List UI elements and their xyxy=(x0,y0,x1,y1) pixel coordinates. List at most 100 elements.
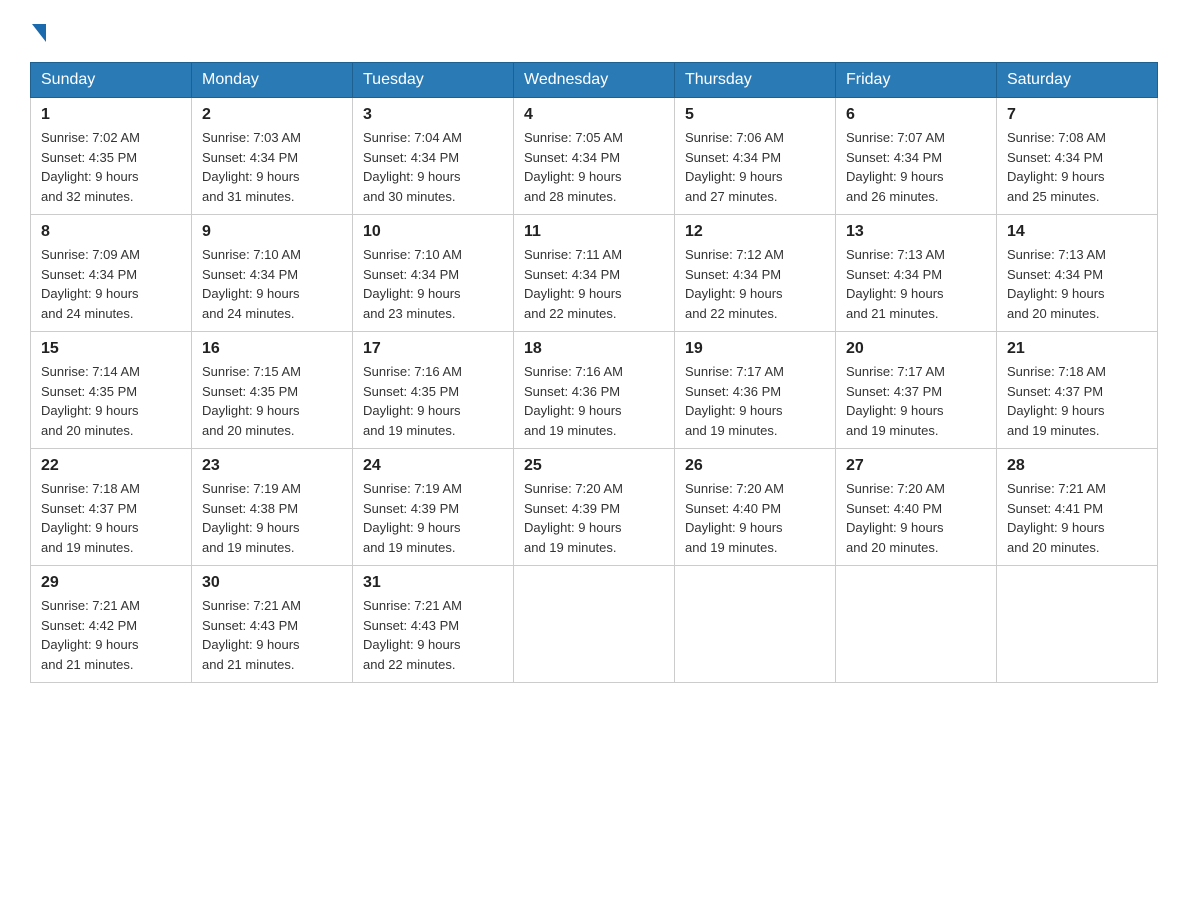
calendar-cell xyxy=(836,566,997,683)
calendar-week-row: 8 Sunrise: 7:09 AM Sunset: 4:34 PM Dayli… xyxy=(31,215,1158,332)
day-number: 17 xyxy=(363,340,503,358)
day-info: Sunrise: 7:10 AM Sunset: 4:34 PM Dayligh… xyxy=(202,245,342,323)
weekday-header-monday: Monday xyxy=(192,63,353,98)
day-info: Sunrise: 7:13 AM Sunset: 4:34 PM Dayligh… xyxy=(846,245,986,323)
day-info: Sunrise: 7:18 AM Sunset: 4:37 PM Dayligh… xyxy=(1007,362,1147,440)
calendar-cell: 30 Sunrise: 7:21 AM Sunset: 4:43 PM Dayl… xyxy=(192,566,353,683)
calendar-cell: 20 Sunrise: 7:17 AM Sunset: 4:37 PM Dayl… xyxy=(836,332,997,449)
day-number: 11 xyxy=(524,223,664,241)
day-info: Sunrise: 7:19 AM Sunset: 4:38 PM Dayligh… xyxy=(202,479,342,557)
calendar-cell: 25 Sunrise: 7:20 AM Sunset: 4:39 PM Dayl… xyxy=(514,449,675,566)
calendar-cell: 15 Sunrise: 7:14 AM Sunset: 4:35 PM Dayl… xyxy=(31,332,192,449)
day-info: Sunrise: 7:19 AM Sunset: 4:39 PM Dayligh… xyxy=(363,479,503,557)
calendar-week-row: 15 Sunrise: 7:14 AM Sunset: 4:35 PM Dayl… xyxy=(31,332,1158,449)
day-number: 9 xyxy=(202,223,342,241)
day-number: 13 xyxy=(846,223,986,241)
day-info: Sunrise: 7:02 AM Sunset: 4:35 PM Dayligh… xyxy=(41,128,181,206)
day-number: 12 xyxy=(685,223,825,241)
day-info: Sunrise: 7:20 AM Sunset: 4:40 PM Dayligh… xyxy=(846,479,986,557)
calendar-cell: 10 Sunrise: 7:10 AM Sunset: 4:34 PM Dayl… xyxy=(353,215,514,332)
day-number: 5 xyxy=(685,106,825,124)
day-info: Sunrise: 7:17 AM Sunset: 4:36 PM Dayligh… xyxy=(685,362,825,440)
weekday-header-friday: Friday xyxy=(836,63,997,98)
calendar-cell: 21 Sunrise: 7:18 AM Sunset: 4:37 PM Dayl… xyxy=(997,332,1158,449)
day-number: 22 xyxy=(41,457,181,475)
day-info: Sunrise: 7:20 AM Sunset: 4:40 PM Dayligh… xyxy=(685,479,825,557)
logo-arrow-icon xyxy=(32,24,46,42)
calendar-cell: 22 Sunrise: 7:18 AM Sunset: 4:37 PM Dayl… xyxy=(31,449,192,566)
day-number: 1 xyxy=(41,106,181,124)
calendar-cell: 27 Sunrise: 7:20 AM Sunset: 4:40 PM Dayl… xyxy=(836,449,997,566)
weekday-header-sunday: Sunday xyxy=(31,63,192,98)
day-number: 23 xyxy=(202,457,342,475)
day-number: 2 xyxy=(202,106,342,124)
calendar-cell: 19 Sunrise: 7:17 AM Sunset: 4:36 PM Dayl… xyxy=(675,332,836,449)
day-number: 14 xyxy=(1007,223,1147,241)
day-info: Sunrise: 7:21 AM Sunset: 4:41 PM Dayligh… xyxy=(1007,479,1147,557)
day-number: 7 xyxy=(1007,106,1147,124)
day-info: Sunrise: 7:10 AM Sunset: 4:34 PM Dayligh… xyxy=(363,245,503,323)
day-info: Sunrise: 7:06 AM Sunset: 4:34 PM Dayligh… xyxy=(685,128,825,206)
day-info: Sunrise: 7:20 AM Sunset: 4:39 PM Dayligh… xyxy=(524,479,664,557)
calendar-cell: 6 Sunrise: 7:07 AM Sunset: 4:34 PM Dayli… xyxy=(836,98,997,215)
day-number: 16 xyxy=(202,340,342,358)
weekday-header-row: SundayMondayTuesdayWednesdayThursdayFrid… xyxy=(31,63,1158,98)
calendar-week-row: 1 Sunrise: 7:02 AM Sunset: 4:35 PM Dayli… xyxy=(31,98,1158,215)
day-number: 19 xyxy=(685,340,825,358)
calendar-cell: 26 Sunrise: 7:20 AM Sunset: 4:40 PM Dayl… xyxy=(675,449,836,566)
page-header xyxy=(30,20,1158,42)
calendar-cell: 17 Sunrise: 7:16 AM Sunset: 4:35 PM Dayl… xyxy=(353,332,514,449)
calendar-cell: 23 Sunrise: 7:19 AM Sunset: 4:38 PM Dayl… xyxy=(192,449,353,566)
calendar-cell: 11 Sunrise: 7:11 AM Sunset: 4:34 PM Dayl… xyxy=(514,215,675,332)
logo xyxy=(30,20,46,42)
day-info: Sunrise: 7:18 AM Sunset: 4:37 PM Dayligh… xyxy=(41,479,181,557)
day-number: 31 xyxy=(363,574,503,592)
calendar-cell: 24 Sunrise: 7:19 AM Sunset: 4:39 PM Dayl… xyxy=(353,449,514,566)
calendar-cell: 5 Sunrise: 7:06 AM Sunset: 4:34 PM Dayli… xyxy=(675,98,836,215)
day-number: 20 xyxy=(846,340,986,358)
calendar-cell xyxy=(675,566,836,683)
day-info: Sunrise: 7:05 AM Sunset: 4:34 PM Dayligh… xyxy=(524,128,664,206)
day-number: 6 xyxy=(846,106,986,124)
day-info: Sunrise: 7:14 AM Sunset: 4:35 PM Dayligh… xyxy=(41,362,181,440)
calendar-cell: 18 Sunrise: 7:16 AM Sunset: 4:36 PM Dayl… xyxy=(514,332,675,449)
day-info: Sunrise: 7:17 AM Sunset: 4:37 PM Dayligh… xyxy=(846,362,986,440)
day-number: 24 xyxy=(363,457,503,475)
calendar-cell: 29 Sunrise: 7:21 AM Sunset: 4:42 PM Dayl… xyxy=(31,566,192,683)
day-info: Sunrise: 7:15 AM Sunset: 4:35 PM Dayligh… xyxy=(202,362,342,440)
weekday-header-saturday: Saturday xyxy=(997,63,1158,98)
day-info: Sunrise: 7:11 AM Sunset: 4:34 PM Dayligh… xyxy=(524,245,664,323)
calendar-cell: 2 Sunrise: 7:03 AM Sunset: 4:34 PM Dayli… xyxy=(192,98,353,215)
day-number: 27 xyxy=(846,457,986,475)
day-number: 28 xyxy=(1007,457,1147,475)
day-info: Sunrise: 7:03 AM Sunset: 4:34 PM Dayligh… xyxy=(202,128,342,206)
weekday-header-tuesday: Tuesday xyxy=(353,63,514,98)
day-number: 10 xyxy=(363,223,503,241)
day-number: 15 xyxy=(41,340,181,358)
calendar-table: SundayMondayTuesdayWednesdayThursdayFrid… xyxy=(30,62,1158,683)
day-number: 21 xyxy=(1007,340,1147,358)
day-number: 18 xyxy=(524,340,664,358)
calendar-cell: 4 Sunrise: 7:05 AM Sunset: 4:34 PM Dayli… xyxy=(514,98,675,215)
day-info: Sunrise: 7:08 AM Sunset: 4:34 PM Dayligh… xyxy=(1007,128,1147,206)
calendar-cell: 8 Sunrise: 7:09 AM Sunset: 4:34 PM Dayli… xyxy=(31,215,192,332)
calendar-cell: 28 Sunrise: 7:21 AM Sunset: 4:41 PM Dayl… xyxy=(997,449,1158,566)
day-info: Sunrise: 7:16 AM Sunset: 4:36 PM Dayligh… xyxy=(524,362,664,440)
calendar-cell: 9 Sunrise: 7:10 AM Sunset: 4:34 PM Dayli… xyxy=(192,215,353,332)
day-info: Sunrise: 7:07 AM Sunset: 4:34 PM Dayligh… xyxy=(846,128,986,206)
day-info: Sunrise: 7:04 AM Sunset: 4:34 PM Dayligh… xyxy=(363,128,503,206)
day-number: 4 xyxy=(524,106,664,124)
day-info: Sunrise: 7:21 AM Sunset: 4:43 PM Dayligh… xyxy=(363,596,503,674)
day-number: 26 xyxy=(685,457,825,475)
day-number: 8 xyxy=(41,223,181,241)
day-info: Sunrise: 7:12 AM Sunset: 4:34 PM Dayligh… xyxy=(685,245,825,323)
calendar-cell xyxy=(997,566,1158,683)
day-info: Sunrise: 7:13 AM Sunset: 4:34 PM Dayligh… xyxy=(1007,245,1147,323)
weekday-header-wednesday: Wednesday xyxy=(514,63,675,98)
day-number: 29 xyxy=(41,574,181,592)
calendar-cell: 1 Sunrise: 7:02 AM Sunset: 4:35 PM Dayli… xyxy=(31,98,192,215)
calendar-cell: 16 Sunrise: 7:15 AM Sunset: 4:35 PM Dayl… xyxy=(192,332,353,449)
day-info: Sunrise: 7:21 AM Sunset: 4:42 PM Dayligh… xyxy=(41,596,181,674)
day-number: 30 xyxy=(202,574,342,592)
calendar-cell: 3 Sunrise: 7:04 AM Sunset: 4:34 PM Dayli… xyxy=(353,98,514,215)
